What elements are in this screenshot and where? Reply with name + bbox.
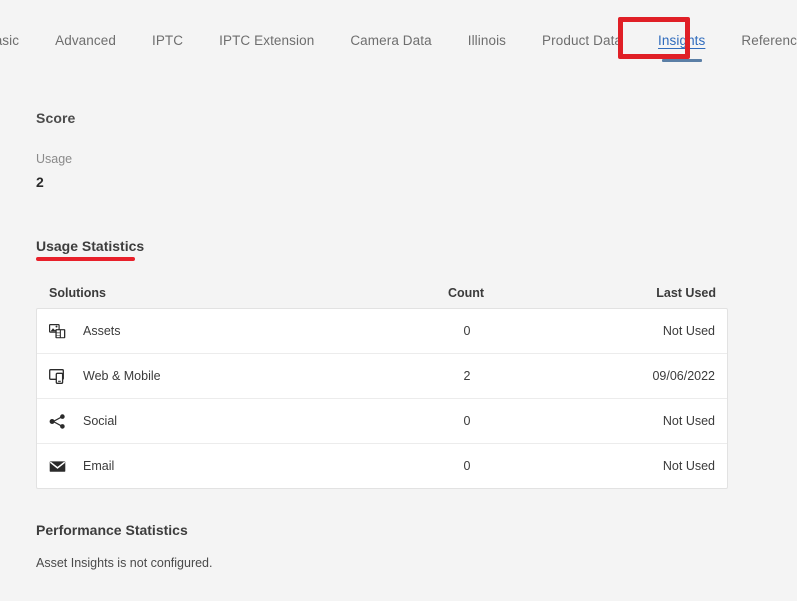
- score-usage-label: Usage: [36, 152, 73, 166]
- table-header-row: Solutions Count Last Used: [36, 278, 728, 308]
- cell-solution: Email: [37, 457, 367, 475]
- solution-name: Web & Mobile: [83, 369, 161, 383]
- cell-solution: Web & Mobile: [37, 367, 367, 385]
- tab-product-data[interactable]: Product Data: [524, 0, 640, 58]
- active-tab-indicator: [661, 59, 702, 62]
- tab-basic[interactable]: Basic: [0, 0, 37, 58]
- social-share-icon: [46, 412, 68, 430]
- cell-last-used: Not Used: [662, 414, 715, 428]
- score-section-title: Score: [36, 110, 76, 126]
- column-header-count: Count: [447, 286, 485, 300]
- cell-last-used: Not Used: [662, 459, 715, 473]
- tab-insights[interactable]: Insights: [640, 0, 723, 62]
- email-icon: [46, 457, 68, 475]
- performance-statistics-title: Performance Statistics: [36, 522, 188, 538]
- performance-statistics-message: Asset Insights is not configured.: [36, 556, 213, 570]
- metadata-tab-bar: Basic Advanced IPTC IPTC Extension Camer…: [0, 0, 797, 70]
- tab-iptc-extension[interactable]: IPTC Extension: [201, 0, 332, 58]
- tab-label: Advanced: [55, 33, 116, 48]
- tab-label: IPTC Extension: [219, 33, 315, 48]
- cell-last-used: Not Used: [662, 324, 715, 338]
- tab-label: References: [741, 33, 797, 48]
- annotation-underline-usage-statistics: [36, 257, 135, 261]
- column-header-solutions: Solutions: [49, 286, 106, 300]
- tab-label: Basic: [0, 33, 20, 48]
- tab-label: Illinois: [467, 33, 507, 48]
- tab-label: Camera Data: [350, 33, 432, 48]
- solution-name: Assets: [83, 324, 121, 338]
- cell-count: 2: [463, 369, 471, 383]
- table-body: Assets 0 Not Used Web & Mobile 2 09/06/2…: [36, 308, 728, 489]
- table-row[interactable]: Email 0 Not Used: [37, 444, 727, 488]
- cell-count: 0: [463, 324, 471, 338]
- cell-last-used: 09/06/2022: [652, 369, 715, 383]
- web-mobile-icon: [46, 367, 68, 385]
- table-row[interactable]: Web & Mobile 2 09/06/2022: [37, 354, 727, 399]
- tab-label: Product Data: [542, 33, 623, 48]
- tab-iptc[interactable]: IPTC: [134, 0, 201, 58]
- tab-label: Insights: [658, 33, 706, 48]
- tab-references[interactable]: References: [723, 0, 797, 58]
- column-header-last-used: Last Used: [656, 286, 716, 300]
- table-row[interactable]: Social 0 Not Used: [37, 399, 727, 444]
- tab-camera-data[interactable]: Camera Data: [332, 0, 449, 58]
- tab-advanced[interactable]: Advanced: [37, 0, 134, 58]
- cell-solution: Assets: [37, 322, 367, 340]
- cell-count: 0: [463, 459, 471, 473]
- cell-count: 0: [463, 414, 471, 428]
- score-usage-value: 2: [36, 174, 44, 190]
- cell-solution: Social: [37, 412, 367, 430]
- usage-statistics-title: Usage Statistics: [36, 238, 145, 254]
- solution-name: Email: [83, 459, 115, 473]
- solution-name: Social: [83, 414, 118, 428]
- usage-statistics-table: Solutions Count Last Used Assets 0 Not U…: [36, 278, 728, 489]
- tab-label: IPTC: [151, 33, 184, 48]
- tab-illinois[interactable]: Illinois: [450, 0, 524, 58]
- table-row[interactable]: Assets 0 Not Used: [37, 309, 727, 354]
- assets-icon: [46, 322, 68, 340]
